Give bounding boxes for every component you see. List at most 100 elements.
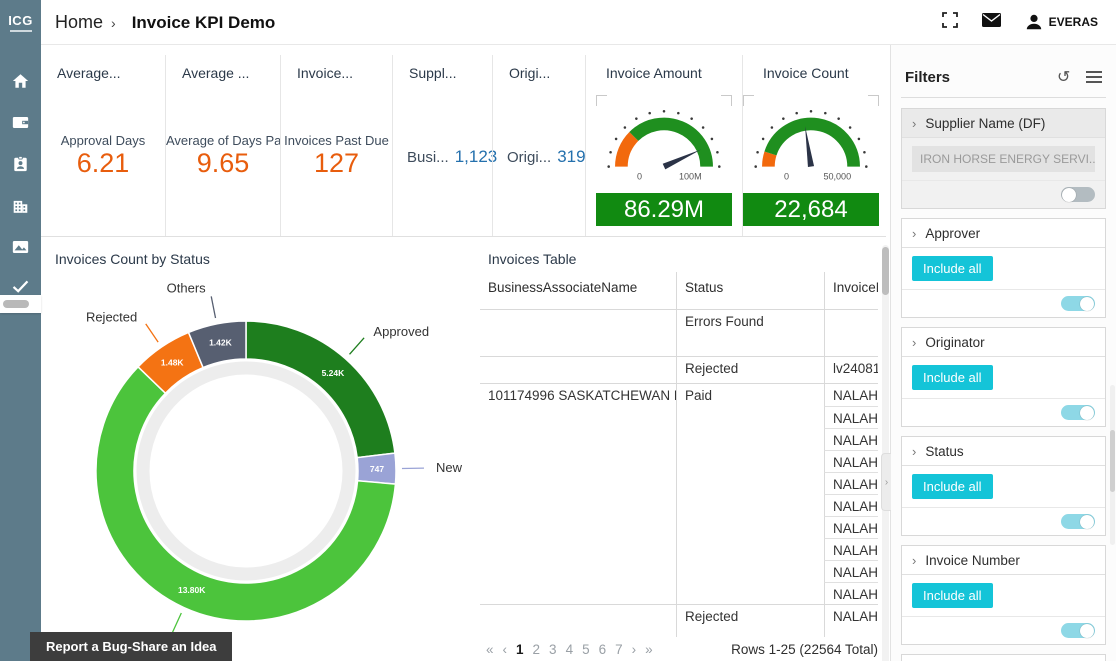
table-empty-space	[480, 627, 878, 637]
pagination-page-button[interactable]: 2	[533, 642, 541, 657]
column-header[interactable]: Status	[676, 272, 824, 309]
pagination-page-button[interactable]: 7	[615, 642, 623, 657]
table-row[interactable]: NALAH00	[480, 538, 878, 560]
app-logo[interactable]: ICG	[0, 0, 41, 45]
building-icon[interactable]	[12, 198, 29, 214]
pagination-page-button[interactable]: 5	[582, 642, 590, 657]
svg-text:100M: 100M	[679, 171, 702, 181]
table-row[interactable]: NALAH00	[480, 472, 878, 494]
filter-toggle[interactable]	[1061, 514, 1095, 529]
invoices-table-panel: Invoices Table BusinessAssociateName Sta…	[480, 237, 890, 661]
home-icon[interactable]	[12, 73, 29, 89]
filter-group-status: › Status Include all	[901, 436, 1106, 536]
table-cell	[480, 472, 676, 494]
kpi-value: 319	[557, 147, 586, 166]
filter-group-header[interactable]: › Status	[902, 437, 1105, 466]
user-menu[interactable]: EVERAS	[1025, 13, 1098, 31]
kpi-label: Origi...	[507, 149, 552, 166]
filter-group-header[interactable]: › Supplier Name (DF)	[902, 109, 1105, 138]
report-bug-button[interactable]: Report a Bug-Share an Idea	[30, 632, 233, 661]
table-row[interactable]: RejectedNALAH00	[480, 604, 878, 627]
status-donut-chart[interactable]: 5.24K Approved 747 New 13.80K 1.48K Rejected 1.…	[41, 261, 480, 661]
table-cell: 101174996 SASKATCHEWAN LTD	[488, 388, 676, 403]
filter-toggle[interactable]	[1061, 405, 1095, 420]
kpi-card-invoice-count-gauge[interactable]: Invoice Count 0 50,000 22,684	[742, 55, 879, 236]
table-row[interactable]: NALAH00	[480, 450, 878, 472]
kpi-title: Invoice Amount	[606, 65, 702, 81]
kpi-title: Average ...	[182, 65, 250, 81]
table-cell	[676, 406, 824, 428]
kpi-card-suppliers[interactable]: Suppl... Busi... 1,123	[392, 55, 497, 236]
menu-icon[interactable]	[1086, 71, 1102, 83]
table-cell	[480, 582, 676, 604]
include-all-button[interactable]: Include all	[912, 474, 993, 499]
filter-toggle[interactable]	[1061, 296, 1095, 311]
pagination-page-button[interactable]: 3	[549, 642, 557, 657]
image-icon[interactable]	[12, 240, 29, 254]
table-row[interactable]: NALAH00	[480, 428, 878, 450]
filter-group-footer	[902, 399, 1105, 426]
table-cell: NALAH00	[824, 472, 878, 494]
table-row[interactable]: NALAH00	[480, 582, 878, 604]
filter-toggle[interactable]	[1061, 187, 1095, 202]
check-icon[interactable]	[12, 280, 29, 293]
filter-group-header[interactable]: ›Purchase Orders	[902, 655, 1105, 661]
table-row[interactable]: NALAH00	[480, 560, 878, 582]
sidebar-scrollbar-thumb[interactable]	[3, 300, 29, 308]
include-all-button[interactable]: Include all	[912, 365, 993, 390]
kpi-card-invoices-past-due[interactable]: Invoice... Invoices Past Due 127	[280, 55, 392, 236]
table-cell	[480, 406, 676, 428]
pagination-first-button[interactable]: «	[486, 642, 494, 657]
filters-scrollbar-thumb[interactable]	[1110, 430, 1115, 492]
table-scrollbar-thumb[interactable]	[882, 247, 889, 295]
table-row[interactable]: Errors Found	[480, 310, 878, 356]
kpi-card-approval-days[interactable]: Average... Approval Days 6.21	[41, 55, 165, 236]
filter-group-header[interactable]: › Invoice Number	[902, 546, 1105, 575]
gauge-corner	[721, 95, 732, 106]
fullscreen-icon[interactable]	[941, 11, 958, 33]
filters-collapse-handle[interactable]: ›	[881, 453, 891, 511]
pagination-last-button[interactable]: »	[645, 642, 653, 657]
kpi-card-invoice-amount-gauge[interactable]: Invoice Amount 0 100M 86.29M	[585, 55, 742, 236]
table-row[interactable]: NALAH00	[480, 516, 878, 538]
supplier-name-value-input[interactable]: IRON HORSE ENERGY SERVI...	[912, 146, 1095, 172]
invoice-amount-gauge: 0 100M	[596, 95, 732, 191]
filter-toggle[interactable]	[1061, 623, 1095, 638]
include-all-button[interactable]: Include all	[912, 583, 993, 608]
refresh-icon[interactable]: ↻	[1057, 67, 1070, 87]
wallet-icon[interactable]	[12, 115, 29, 130]
rows-count-label: Rows 1-25 (22564 Total)	[731, 641, 878, 657]
filter-group-header[interactable]: › Originator	[902, 328, 1105, 357]
pagination-next-button[interactable]: ›	[632, 642, 637, 657]
table-cell: Rejected	[676, 605, 824, 627]
table-cell	[480, 450, 676, 472]
table-row[interactable]: NALAH00	[480, 494, 878, 516]
column-header[interactable]: InvoiceNu	[824, 272, 878, 309]
main-content: Average... Approval Days 6.21 Average ..…	[41, 45, 890, 661]
table-row[interactable]: Rejectedlv240817-	[480, 356, 878, 383]
kpi-card-originators[interactable]: Origi... Origi... 319	[492, 55, 586, 236]
gauge-corner	[868, 95, 879, 106]
kpi-card-days-past[interactable]: Average ... Average of Days Pas... 9.65	[165, 55, 280, 236]
svg-text:Others: Others	[167, 281, 207, 296]
chevron-right-icon: ›	[912, 115, 917, 131]
table-row[interactable]: NALAH00	[480, 406, 878, 428]
pagination-prev-button[interactable]: ‹	[503, 642, 508, 657]
pagination-page-button[interactable]: 6	[599, 642, 607, 657]
filter-group-header[interactable]: › Approver	[902, 219, 1105, 248]
table-cell: NALAH00	[824, 384, 878, 406]
filters-scrollbar[interactable]	[1110, 385, 1115, 545]
pagination-page-button[interactable]: 4	[566, 642, 574, 657]
pagination-page-button[interactable]: 1	[516, 642, 524, 657]
table-row[interactable]: 101174996 SASKATCHEWAN LTDPaidNALAH00	[480, 383, 878, 406]
mail-icon[interactable]	[981, 12, 1001, 32]
include-all-button[interactable]: Include all	[912, 256, 993, 281]
column-header[interactable]: BusinessAssociateName	[480, 272, 676, 309]
table-cell: NALAH00	[824, 560, 878, 582]
sidebar-scrollbar[interactable]	[0, 295, 41, 313]
breadcrumb-home-link[interactable]: Home	[55, 12, 103, 33]
filter-group-label: Approver	[925, 225, 981, 241]
filter-group-footer	[902, 617, 1105, 644]
table-cell: lv240817-	[824, 357, 878, 383]
badge-icon[interactable]	[13, 156, 28, 172]
